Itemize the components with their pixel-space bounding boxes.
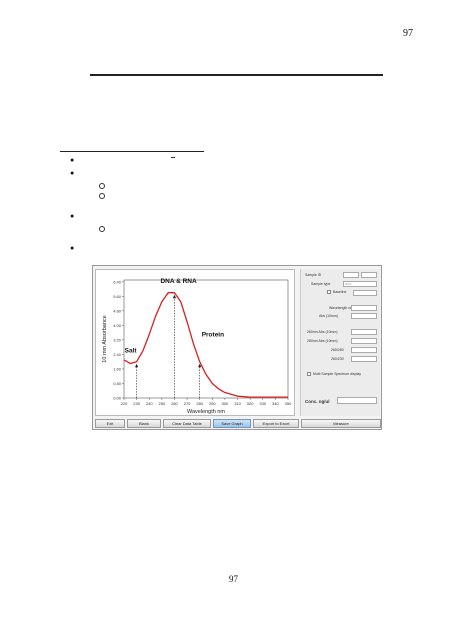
subheading-rule <box>60 151 204 152</box>
title-rule <box>90 74 383 76</box>
annotation-label: Salt <box>125 348 138 355</box>
bullet-4: ● <box>70 244 75 252</box>
abs-260-label: 260nm Abs (10mm) <box>307 330 338 334</box>
ratio-260-230-field[interactable] <box>351 356 377 362</box>
bullet-3: ● <box>70 212 75 220</box>
conc-label: Conc. ng/ul <box>305 399 330 404</box>
sample-id-field[interactable] <box>343 272 359 278</box>
abs-280-label: 280nm Abs (10mm) <box>307 339 338 343</box>
export-to-excel-button[interactable]: Export to Excel <box>253 419 299 428</box>
x-tick-label: 260 <box>171 401 178 406</box>
exit-button[interactable]: Exit <box>95 419 125 428</box>
abs-10mm-field[interactable] <box>351 313 377 319</box>
multi-sample-checkbox[interactable] <box>307 372 311 376</box>
x-tick-label: 310 <box>234 401 241 406</box>
annotation-label: DNA & RNA <box>160 278 197 285</box>
wavelength-select[interactable] <box>351 305 377 311</box>
baseline-checkbox[interactable] <box>327 290 331 294</box>
absorbance-chart: 0.00 0.80 1.60 2.40 3.20 4.00 4.80 5.60 6.40 220 2… <box>95 269 295 416</box>
abs-10mm-label: Abs (10mm) <box>319 314 339 318</box>
sub-bullet-1 <box>99 183 105 189</box>
y-tick-label: 0.00 <box>113 396 122 401</box>
sample-id-field-2[interactable] <box>361 272 377 278</box>
page-number-bottom: 97 <box>229 574 238 584</box>
x-tick-label: 230 <box>133 401 140 406</box>
x-tick-label: 340 <box>272 401 279 406</box>
annotation-label: Protein <box>202 331 224 338</box>
multi-sample-label: Multi Sample Spectrum display <box>313 372 362 376</box>
abs-260-field[interactable] <box>351 329 377 335</box>
sample-id-label: Sample ID <box>305 273 322 277</box>
ratio-260-280-field[interactable] <box>351 347 377 353</box>
bullet-1: ● <box>70 156 75 164</box>
x-tick-label: 240 <box>146 401 153 406</box>
page-number-top: 97 <box>403 28 413 39</box>
y-tick-label: 1.60 <box>113 366 122 371</box>
abs-280-field[interactable] <box>351 338 377 344</box>
baseline-label: Baseline <box>333 290 347 294</box>
y-tick-label: 4.00 <box>113 323 122 328</box>
ratio-260-280-label: 260/280 <box>331 348 344 352</box>
x-tick-label: 330 <box>259 401 266 406</box>
y-tick-label: 6.40 <box>113 279 122 284</box>
plot-frame <box>123 279 289 399</box>
x-tick-label: 300 <box>222 401 229 406</box>
sample-type-select[interactable]: RNA <box>343 281 377 287</box>
x-tick-label: 350 <box>285 401 292 406</box>
y-tick-label: 4.80 <box>113 308 122 313</box>
wavelength-label: Wavelength nm <box>329 306 354 310</box>
measure-button[interactable]: Measure <box>301 419 381 428</box>
bullet-2: ● <box>70 169 75 177</box>
sub-bullet-3 <box>99 226 105 232</box>
annotation-arrowhead <box>135 363 139 368</box>
x-tick-label: 220 <box>121 401 128 406</box>
baseline-select[interactable] <box>353 290 377 296</box>
x-axis-label: Wavelength nm <box>187 409 225 415</box>
absorbance-line <box>123 292 288 398</box>
ratio-260-230-label: 260/230 <box>331 357 344 361</box>
app-toolbar: Exit Blank Clear Data Table Save Graph E… <box>95 419 381 429</box>
x-tick-label: 320 <box>247 401 254 406</box>
y-axis-label: 10 mm Absorbance <box>102 315 108 362</box>
blank-button[interactable]: Blank <box>127 419 161 428</box>
y-tick-label: 3.20 <box>113 337 122 342</box>
save-graph-button[interactable]: Save Graph <box>213 419 251 428</box>
chart-svg: 0.00 0.80 1.60 2.40 3.20 4.00 4.80 5.60 6.40 220 2… <box>102 278 292 415</box>
sub-bullet-2 <box>99 193 105 199</box>
y-tick-label: 0.80 <box>113 381 122 386</box>
y-tick-label: 5.60 <box>113 294 122 299</box>
x-tick-label: 290 <box>209 401 216 406</box>
spectro-app-window: 0.00 0.80 1.60 2.40 3.20 4.00 4.80 5.60 6.40 220 2… <box>92 265 382 430</box>
clear-data-table-button[interactable]: Clear Data Table <box>163 419 211 428</box>
results-panel: Sample ID Sample type RNA Baseline Wavel… <box>300 269 380 416</box>
x-tick-label: 250 <box>159 401 166 406</box>
conc-field[interactable] <box>337 397 377 404</box>
y-tick-label: 2.40 <box>113 352 122 357</box>
dash-mark <box>171 157 175 158</box>
sample-type-label: Sample type <box>311 282 331 286</box>
x-tick-label: 280 <box>196 401 203 406</box>
x-tick-label: 270 <box>184 401 191 406</box>
